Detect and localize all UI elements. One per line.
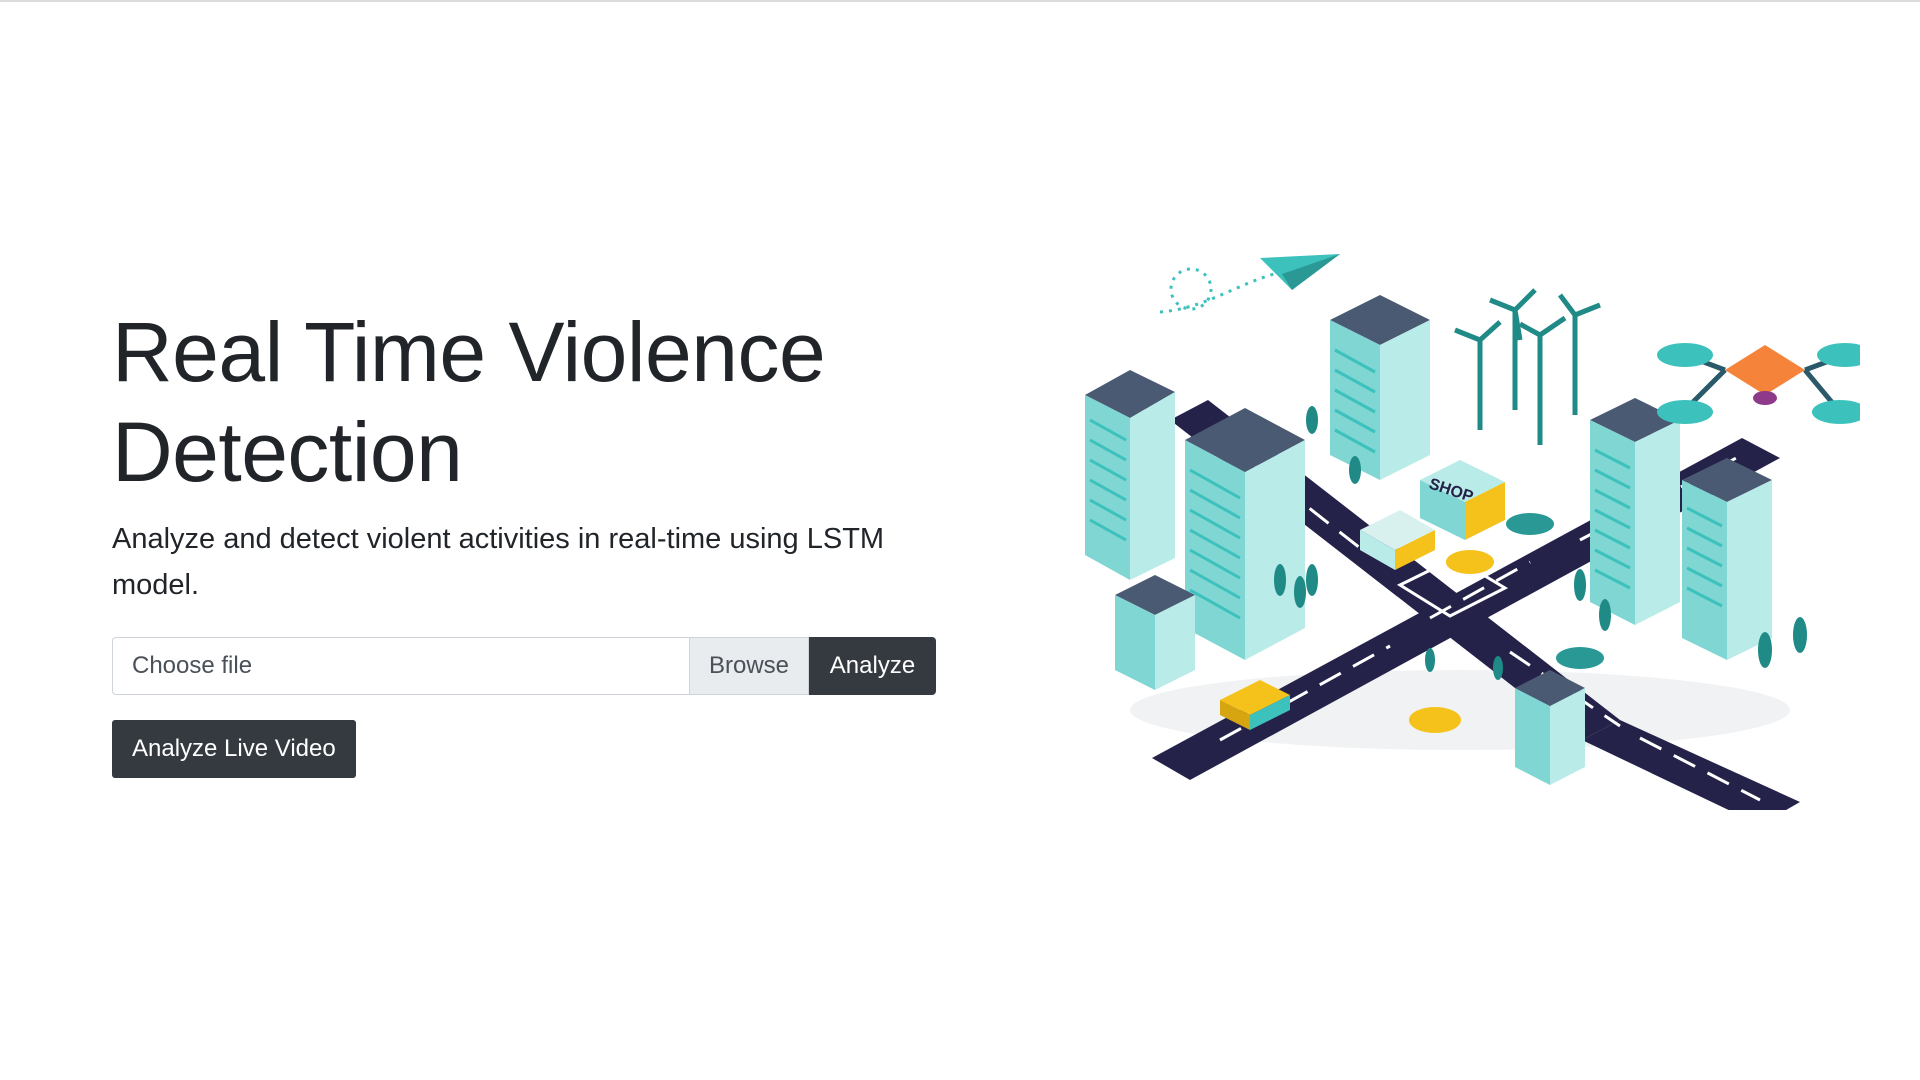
building-front-small [1515,670,1585,785]
file-input-placeholder: Choose file [132,652,253,679]
hero-section: Real Time Violence Detection Analyze and… [112,302,972,608]
analyze-live-video-button[interactable]: Analyze Live Video [112,720,356,778]
building-right-tall [1590,398,1680,625]
top-border [0,0,1920,2]
page-title: Real Time Violence Detection [112,302,972,502]
building-back [1330,295,1430,480]
analyze-button[interactable]: Analyze [809,637,936,695]
building-right-mid [1682,458,1772,660]
file-input[interactable]: Choose file [112,637,689,695]
title-line-1: Real Time Violence [112,305,826,399]
building-left-tall [1085,370,1175,580]
drone-icon [1657,343,1860,424]
page-description: Analyze and detect violent activities in… [112,523,885,601]
title-line-2: Detection [112,405,463,499]
paper-plane-icon [1159,254,1340,314]
building-left-mid [1185,408,1305,660]
video-upload-group: Choose file Browse Analyze [112,637,936,695]
shop-building: SHOP [1420,460,1505,540]
smart-city-illustration: SHOP [1085,254,1860,810]
browse-button[interactable]: Browse [689,637,809,695]
building-left-small [1115,575,1195,690]
wind-turbines [1454,288,1601,445]
